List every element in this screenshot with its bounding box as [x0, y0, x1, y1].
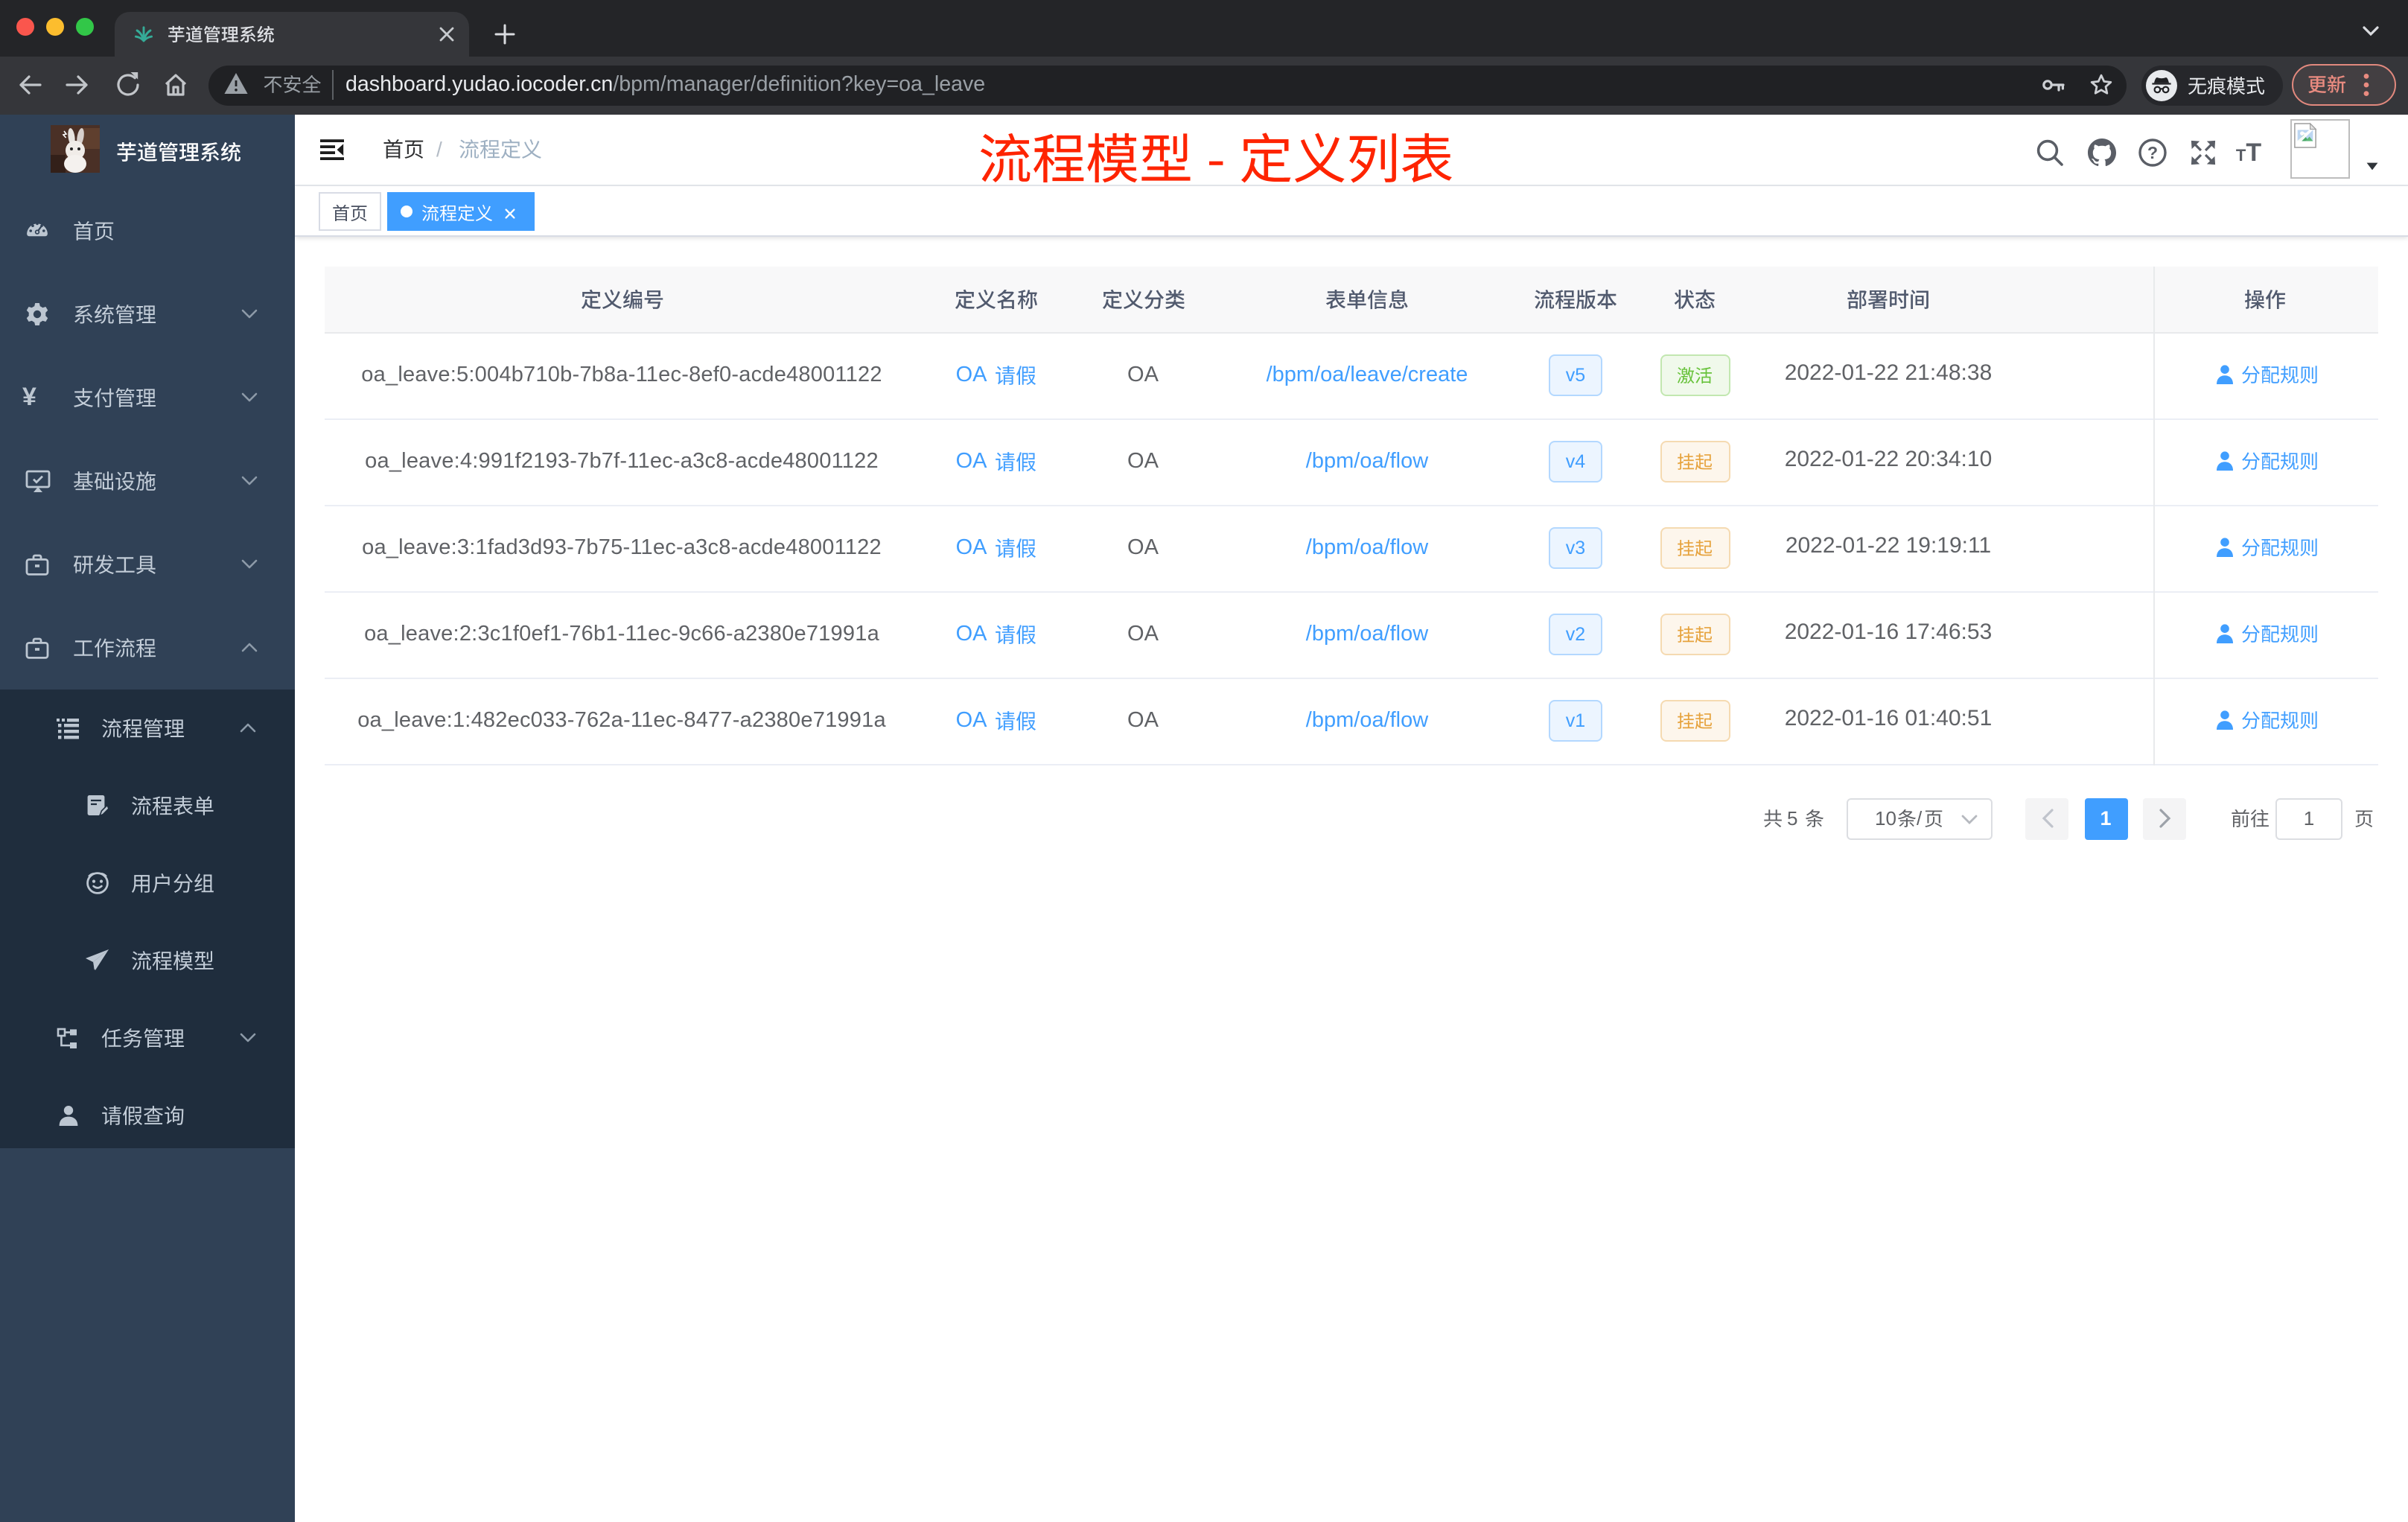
svg-text:?: ?: [2147, 143, 2158, 162]
